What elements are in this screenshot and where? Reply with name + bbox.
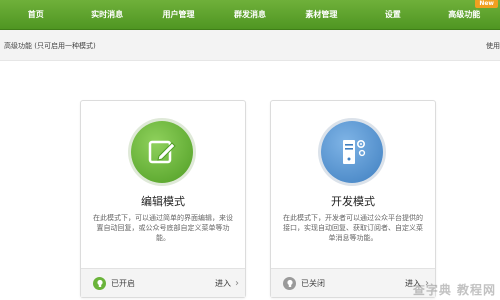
- developer-mode-card[interactable]: 开发模式 在此模式下，开发者可以通过公众平台提供的接口，实现自动回复、获取订阅者…: [270, 100, 436, 298]
- nav-item-advanced-label: 高级功能: [448, 10, 481, 19]
- nav-item-home[interactable]: 首页: [0, 0, 71, 29]
- page-title: 高级功能 (只可启用一种模式): [4, 42, 96, 50]
- edit-mode-title: 编辑模式: [141, 195, 185, 208]
- nav-item-mass-messages[interactable]: 群发消息: [214, 0, 285, 29]
- nav-item-realtime-messages[interactable]: 实时消息: [71, 0, 142, 29]
- developer-mode-description: 在此模式下，开发者可以通过公众平台提供的接口，实现自动回复、获取订阅者、自定义菜…: [283, 214, 423, 242]
- nav-item-advanced[interactable]: 高级功能 New: [429, 0, 500, 29]
- developer-mode-status: 已关闭: [301, 279, 325, 288]
- nav-item-material-management[interactable]: 素材管理: [286, 0, 357, 29]
- edit-mode-description: 在此模式下，可以通过简单的界面编辑，来设置自动回复，或公众号底部自定义菜单等功能…: [93, 214, 233, 242]
- bulb-on-icon: [93, 277, 106, 290]
- edit-mode-card[interactable]: 编辑模式 在此模式下，可以通过简单的界面编辑，来设置自动回复，或公众号底部自定义…: [80, 100, 246, 298]
- edit-mode-footer: 已开启 进入 ›: [81, 268, 245, 297]
- help-link[interactable]: 使用: [486, 41, 500, 51]
- new-badge: New: [475, 0, 498, 8]
- developer-mode-title: 开发模式: [331, 195, 375, 208]
- nav-item-settings[interactable]: 设置: [357, 0, 428, 29]
- edit-mode-enter-button[interactable]: 进入 ›: [215, 278, 239, 289]
- top-nav: 首页 实时消息 用户管理 群发消息 素材管理 设置 高级功能 New: [0, 0, 500, 30]
- nav-item-user-management[interactable]: 用户管理: [143, 0, 214, 29]
- chevron-right-icon: ›: [235, 277, 239, 289]
- enter-label: 进入: [215, 279, 231, 288]
- watermark: 查字典 教程网: [412, 283, 496, 297]
- sub-header: 高级功能 (只可启用一种模式) 使用: [0, 30, 500, 61]
- edit-mode-status: 已开启: [111, 279, 135, 288]
- bulb-off-icon: [283, 277, 296, 290]
- server-settings-icon: [321, 121, 383, 183]
- developer-mode-footer: 已关闭 进入 ›: [271, 268, 435, 297]
- edit-icon: [131, 121, 193, 183]
